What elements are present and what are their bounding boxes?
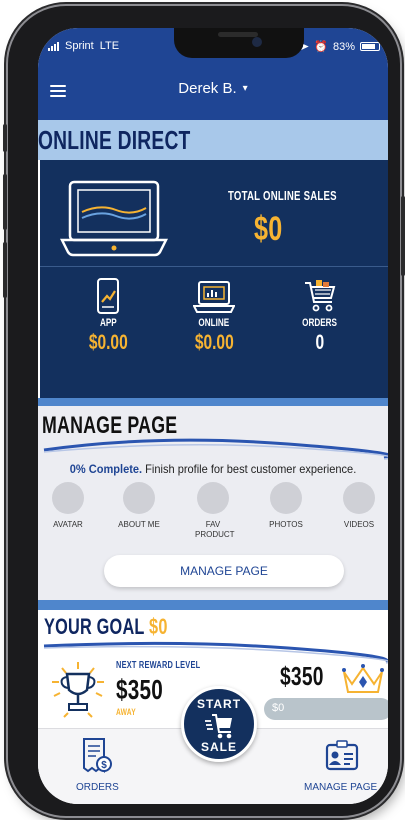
stat-orders[interactable]: ORDERS 0	[280, 276, 360, 355]
section-title-online-direct: ONLINE DIRECT	[38, 125, 191, 155]
completion-note: Finish profile for best customer experie…	[142, 462, 357, 476]
nav-orders-label: ORDERS	[76, 782, 119, 793]
online-sales-panel: TOTAL ONLINE SALES $0 APP $0.00 ONLINE $…	[40, 160, 388, 398]
next-reward-amount: $350	[116, 674, 163, 705]
stat-orders-value: 0	[315, 331, 325, 354]
about-me-placeholder	[123, 482, 155, 514]
next-reward-label: NEXT REWARD LEVEL	[116, 660, 201, 671]
away-label: AWAY	[116, 707, 136, 717]
profile-item-label: ABOUT ME	[118, 520, 160, 529]
signal-icon	[48, 41, 59, 51]
profile-item-avatar[interactable]: AVATAR	[38, 482, 103, 530]
alarm-icon: ⏰	[314, 41, 328, 53]
stat-app-value: $0.00	[88, 331, 128, 354]
profile-item-label: VIDEOS	[343, 520, 375, 529]
swoosh-decoration	[43, 438, 388, 460]
manage-page-button[interactable]: MANAGE PAGE	[104, 555, 344, 587]
phone-screen: Sprint LTE ➤ ⏰ 83% Derek B. ▾ ONLINE DIRE…	[38, 28, 388, 804]
stat-online-label: ONLINE	[198, 317, 230, 329]
stat-online[interactable]: ONLINE $0.00	[174, 276, 254, 355]
goal-target-amount: $350	[280, 661, 324, 691]
crown-icon	[340, 662, 386, 701]
notch	[174, 28, 304, 58]
start-sale-line1: START	[196, 697, 242, 711]
total-online-sales-value: $0	[254, 210, 283, 248]
mobile-chart-icon	[68, 276, 148, 314]
svg-text:$: $	[102, 760, 108, 771]
front-camera	[252, 37, 262, 47]
videos-placeholder	[343, 482, 375, 514]
section-separator	[38, 398, 388, 406]
profile-item-label: FAV PRODUCT	[195, 520, 235, 539]
speaker	[218, 32, 258, 37]
mute-switch	[3, 124, 7, 152]
laptop-chart-icon	[174, 276, 254, 314]
fav-product-placeholder	[197, 482, 229, 514]
user-name: Derek B.	[178, 80, 237, 97]
stat-orders-label: ORDERS	[302, 317, 338, 329]
total-online-sales-label: TOTAL ONLINE SALES	[228, 188, 337, 203]
completion-percent: 0% Complete.	[69, 462, 143, 476]
profile-item-label: AVATAR	[53, 520, 83, 529]
profile-item-photos[interactable]: PHOTOS	[251, 482, 321, 530]
laptop-icon	[59, 178, 169, 263]
section-separator	[38, 600, 388, 610]
battery-icon	[360, 42, 380, 51]
battery-percent: 83%	[332, 40, 355, 53]
photos-placeholder	[270, 482, 302, 514]
profile-completion-text: 0% Complete. Finish profile for best cus…	[52, 462, 374, 476]
profile-item-about-me[interactable]: ABOUT ME	[104, 482, 174, 530]
status-bar-left: Sprint LTE	[48, 40, 119, 52]
nav-orders[interactable]: $ ORDERS	[76, 737, 119, 793]
caret-down-icon: ▾	[242, 83, 248, 94]
stat-online-value: $0.00	[194, 331, 234, 354]
nav-manage-page-label: MANAGE PAGE	[304, 782, 378, 793]
user-dropdown[interactable]: Derek B. ▾	[38, 80, 388, 97]
volume-up-button	[3, 174, 7, 230]
avatar-placeholder	[52, 482, 84, 514]
goal-progress-text: $0	[272, 702, 285, 714]
phone-frame: Sprint LTE ➤ ⏰ 83% Derek B. ▾ ONLINE DIRE…	[3, 6, 405, 816]
manage-page-section: MANAGE PAGE 0% Complete. Finish profile …	[38, 406, 388, 600]
goal-progress-bar: $0	[264, 698, 388, 720]
profile-card-icon	[325, 740, 358, 771]
profile-item-fav-product[interactable]: FAV PRODUCT	[178, 482, 248, 540]
fast-cart-icon	[205, 714, 232, 739]
power-button	[401, 196, 405, 276]
stat-app-label: APP	[99, 317, 117, 329]
carrier-name: Sprint	[65, 40, 94, 52]
status-bar-right: ➤ ⏰ 83%	[300, 40, 380, 53]
start-sale-button[interactable]: START SALE	[181, 686, 257, 762]
online-direct-header: ONLINE DIRECT	[38, 120, 388, 160]
shopping-cart-icon	[280, 276, 360, 314]
trophy-icon	[48, 660, 108, 723]
volume-down-button	[3, 242, 7, 298]
orders-receipt-icon: $	[83, 738, 113, 773]
divider	[40, 266, 388, 267]
nav-manage-page[interactable]: MANAGE PAGE	[304, 737, 377, 793]
stat-app[interactable]: APP $0.00	[68, 276, 148, 355]
profile-item-label: PHOTOS	[269, 520, 303, 529]
start-sale-line2: SALE	[200, 740, 237, 754]
network-type: LTE	[99, 40, 120, 52]
profile-item-videos[interactable]: VIDEOS	[324, 482, 388, 530]
